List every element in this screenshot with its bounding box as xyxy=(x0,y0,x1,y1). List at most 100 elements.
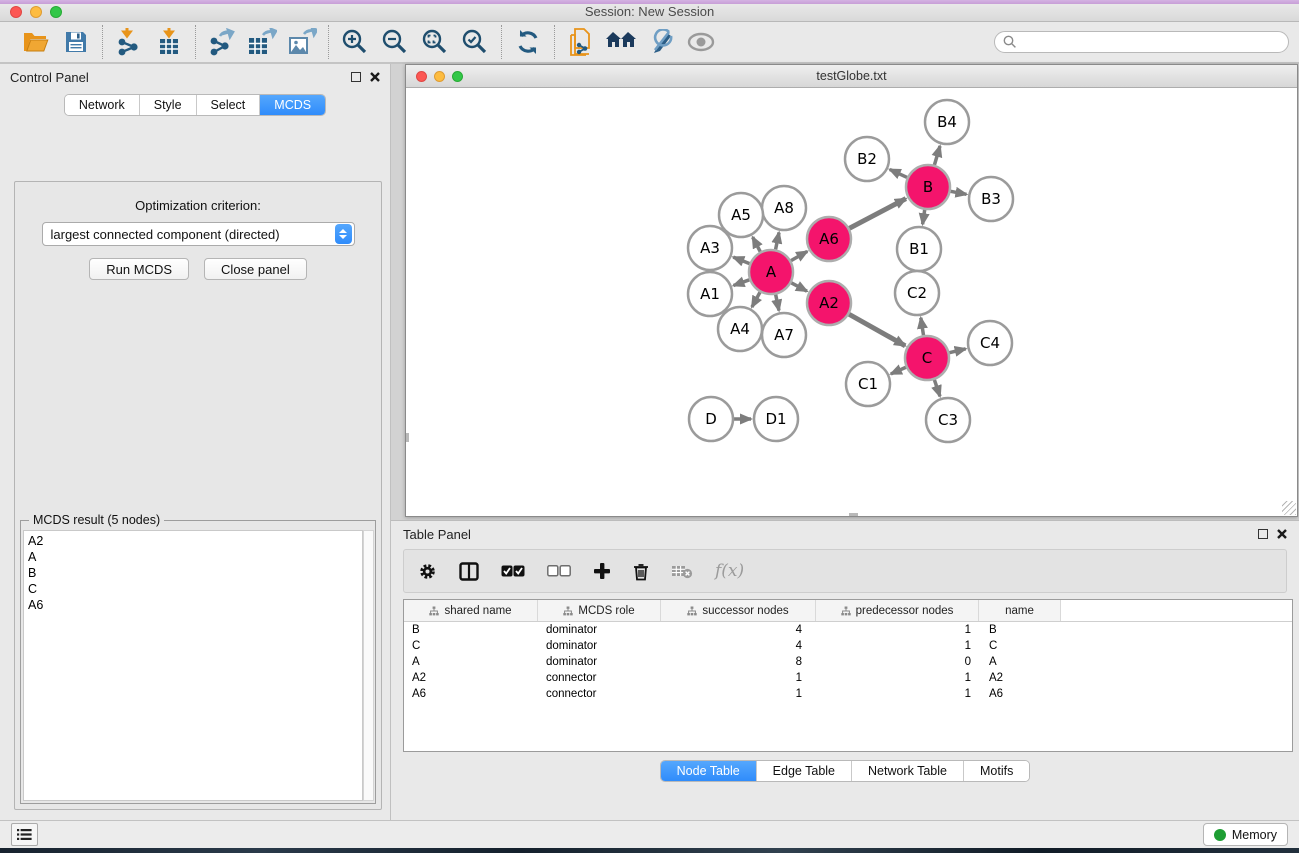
edge-A-A2[interactable] xyxy=(791,283,807,291)
edge-A-A6[interactable] xyxy=(791,251,807,260)
table-tab-network-table[interactable]: Network Table xyxy=(851,761,963,781)
node-A8[interactable]: A8 xyxy=(762,186,806,230)
node-B3[interactable]: B3 xyxy=(969,177,1013,221)
table-cell[interactable]: 1 xyxy=(816,686,979,702)
close-panel-button[interactable]: Close panel xyxy=(204,258,307,280)
edge-A6-B[interactable] xyxy=(849,199,906,229)
network-document-icon[interactable] xyxy=(564,26,598,58)
node-B[interactable]: B xyxy=(906,165,950,209)
table-cell[interactable]: C xyxy=(979,638,1061,654)
table-cell[interactable]: 1 xyxy=(816,638,979,654)
tab-style[interactable]: Style xyxy=(139,95,196,115)
table-cell[interactable]: B xyxy=(979,622,1061,638)
node-B4[interactable]: B4 xyxy=(925,100,969,144)
node-B2[interactable]: B2 xyxy=(845,137,889,181)
export-network-icon[interactable] xyxy=(205,26,239,58)
column-header-name[interactable]: name xyxy=(979,600,1061,621)
edge-A-A8[interactable] xyxy=(776,232,779,249)
table-cell[interactable]: 1 xyxy=(661,670,816,686)
table-cell[interactable]: dominator xyxy=(538,638,661,654)
table-cell[interactable]: A2 xyxy=(979,670,1061,686)
node-C4[interactable]: C4 xyxy=(968,321,1012,365)
result-scrollbar[interactable] xyxy=(363,530,374,801)
delete-column-icon[interactable] xyxy=(633,562,649,581)
function-builder-icon[interactable]: f(x) xyxy=(715,561,744,581)
result-item[interactable]: A2 xyxy=(28,533,358,549)
node-A1[interactable]: A1 xyxy=(688,272,732,316)
column-header-MCDS-role[interactable]: MCDS role xyxy=(538,600,661,621)
table-cell[interactable]: A xyxy=(404,654,538,670)
network-maximize-button[interactable] xyxy=(452,71,463,82)
close-table-panel-icon[interactable] xyxy=(1277,529,1287,539)
import-network-icon[interactable] xyxy=(112,26,146,58)
hide-annotation-icon[interactable] xyxy=(644,26,678,58)
node-A6[interactable]: A6 xyxy=(807,217,851,261)
table-cell[interactable]: connector xyxy=(538,686,661,702)
tab-network[interactable]: Network xyxy=(65,95,139,115)
node-C3[interactable]: C3 xyxy=(926,398,970,442)
column-header-successor-nodes[interactable]: successor nodes xyxy=(661,600,816,621)
node-C[interactable]: C xyxy=(905,336,949,380)
edge-B-B2[interactable] xyxy=(890,169,907,177)
table-cell[interactable]: B xyxy=(404,622,538,638)
close-panel-icon[interactable] xyxy=(370,72,380,82)
import-table-icon[interactable] xyxy=(152,26,186,58)
edge-A-A5[interactable] xyxy=(753,237,761,252)
table-cell[interactable]: dominator xyxy=(538,622,661,638)
memory-button[interactable]: Memory xyxy=(1203,823,1288,846)
search-input[interactable] xyxy=(1022,35,1280,49)
network-canvas[interactable]: B4B2BB3A8A5A6A3B1AA1C2A2A4A7C4CC1C3DD1 xyxy=(406,89,1297,516)
column-header-shared-name[interactable]: shared name xyxy=(404,600,538,621)
result-item[interactable]: A6 xyxy=(28,597,358,613)
edge-C-C2[interactable] xyxy=(921,318,924,336)
delete-table-icon[interactable] xyxy=(671,564,693,579)
refresh-icon[interactable] xyxy=(511,26,545,58)
table-cell[interactable]: 4 xyxy=(661,622,816,638)
table-cell[interactable]: 4 xyxy=(661,638,816,654)
table-row[interactable]: Adominator80A xyxy=(404,654,1292,670)
add-column-icon[interactable] xyxy=(593,562,611,580)
table-row[interactable]: A2connector11A2 xyxy=(404,670,1292,686)
result-item[interactable]: A xyxy=(28,549,358,565)
table-row[interactable]: Cdominator41C xyxy=(404,638,1292,654)
table-cell[interactable]: A6 xyxy=(404,686,538,702)
float-table-panel-icon[interactable] xyxy=(1258,529,1268,539)
mcds-result-list[interactable]: A2ABCA6 xyxy=(23,530,363,801)
export-table-icon[interactable] xyxy=(245,26,279,58)
open-file-icon[interactable] xyxy=(19,26,53,58)
node-D1[interactable]: D1 xyxy=(754,397,798,441)
run-mcds-button[interactable]: Run MCDS xyxy=(89,258,189,280)
result-item[interactable]: C xyxy=(28,581,358,597)
table-tab-edge-table[interactable]: Edge Table xyxy=(756,761,851,781)
table-cell[interactable]: A2 xyxy=(404,670,538,686)
table-cell[interactable]: 1 xyxy=(816,670,979,686)
maximize-window-button[interactable] xyxy=(50,6,62,18)
node-A5[interactable]: A5 xyxy=(719,193,763,237)
edge-B-B1[interactable] xyxy=(923,210,925,224)
gear-icon[interactable] xyxy=(418,562,437,581)
table-row[interactable]: A6connector11A6 xyxy=(404,686,1292,702)
cybrowser-home-icon[interactable] xyxy=(604,26,638,58)
node-B1[interactable]: B1 xyxy=(897,227,941,271)
float-panel-icon[interactable] xyxy=(351,72,361,82)
zoom-fit-icon[interactable] xyxy=(418,26,452,58)
zoom-out-icon[interactable] xyxy=(378,26,412,58)
deselect-all-checkboxes-icon[interactable] xyxy=(547,565,571,577)
node-C2[interactable]: C2 xyxy=(895,271,939,315)
table-tab-motifs[interactable]: Motifs xyxy=(963,761,1029,781)
node-A7[interactable]: A7 xyxy=(762,313,806,357)
node-A3[interactable]: A3 xyxy=(688,226,732,270)
zoom-selected-icon[interactable] xyxy=(458,26,492,58)
network-graph[interactable]: B4B2BB3A8A5A6A3B1AA1C2A2A4A7C4CC1C3DD1 xyxy=(406,89,1292,516)
tab-select[interactable]: Select xyxy=(196,95,260,115)
edge-B-B3[interactable] xyxy=(951,191,967,194)
table-cell[interactable]: 1 xyxy=(816,622,979,638)
network-close-button[interactable] xyxy=(416,71,427,82)
edge-A-A3[interactable] xyxy=(733,257,749,263)
column-view-icon[interactable] xyxy=(459,562,479,581)
edge-B-B4[interactable] xyxy=(934,146,940,165)
show-graphics-eye-icon[interactable] xyxy=(684,26,718,58)
table-cell[interactable]: dominator xyxy=(538,654,661,670)
table-cell[interactable]: connector xyxy=(538,670,661,686)
edge-A-A1[interactable] xyxy=(734,280,750,286)
